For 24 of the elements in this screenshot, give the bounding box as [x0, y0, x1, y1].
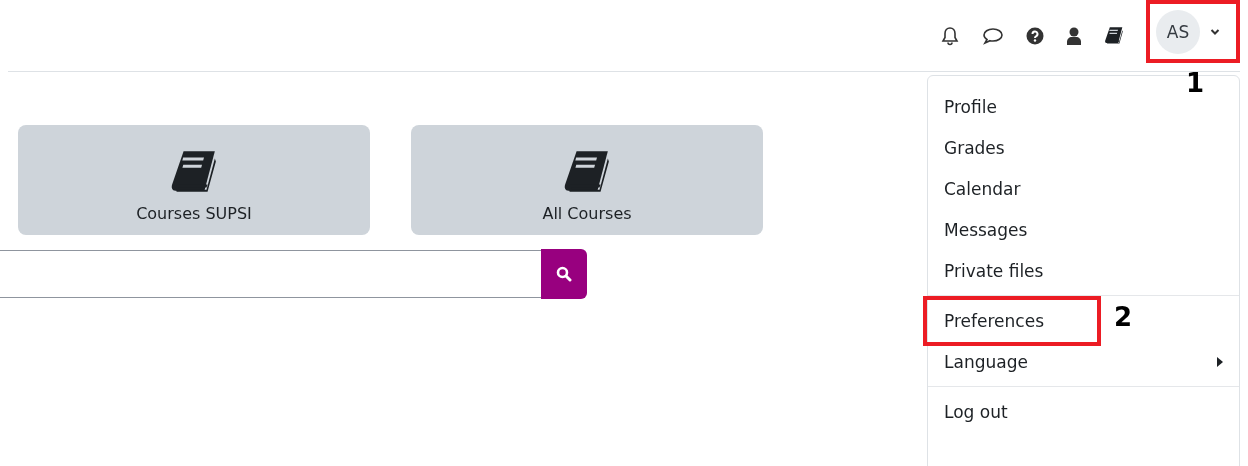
- user-icon[interactable]: [1066, 26, 1082, 45]
- menu-item[interactable]: Messages: [928, 209, 1239, 250]
- menu-item[interactable]: Preferences: [923, 295, 1101, 346]
- card-label: Courses SUPSI: [136, 204, 252, 223]
- menu-item[interactable]: Calendar: [928, 168, 1239, 209]
- card-label: All Courses: [542, 204, 632, 223]
- help-icon[interactable]: [1026, 26, 1044, 45]
- search-field[interactable]: [0, 250, 541, 298]
- user-avatar: AS: [1156, 9, 1200, 54]
- caret-icon: [1210, 27, 1220, 36]
- user-menu-toggle[interactable]: AS: [1146, 0, 1240, 63]
- notification-bell-icon[interactable]: [940, 25, 960, 46]
- step-number: 1: [1186, 68, 1205, 98]
- search-icon: [556, 266, 572, 282]
- course-card[interactable]: Courses SUPSI: [18, 125, 370, 235]
- menu-item[interactable]: Private files: [928, 250, 1239, 291]
- book-icon: [1104, 25, 1124, 46]
- menu-item[interactable]: Grades: [928, 127, 1239, 168]
- submenu-arrow-icon: [1217, 356, 1223, 367]
- search-button[interactable]: [541, 249, 587, 299]
- menu-item[interactable]: Log out: [928, 391, 1239, 432]
- course-card[interactable]: All Courses: [411, 125, 763, 235]
- step-number: 2: [1114, 302, 1133, 332]
- message-bubble-icon[interactable]: [982, 25, 1004, 46]
